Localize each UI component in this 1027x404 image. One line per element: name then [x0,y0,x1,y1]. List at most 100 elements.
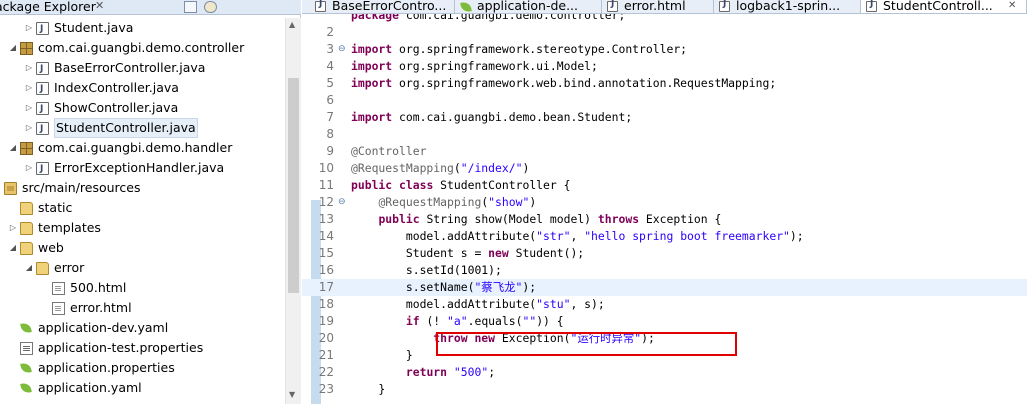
code-line[interactable]: 23 } [302,381,1027,398]
collapse-arrow-icon[interactable]: ◢ [8,138,18,158]
code-line[interactable]: 9 @Controller [302,143,1027,160]
tree-item[interactable]: application.properties [0,358,284,378]
tree-item[interactable]: ◢ com.cai.guangbi.demo.controller [0,38,284,58]
yaml-file-icon [20,322,33,335]
code-line[interactable]: 18 model.addAttribute("stu", s); [302,296,1027,313]
tree-item[interactable]: application-dev.yaml [0,318,284,338]
close-icon[interactable]: ✕ [95,0,104,12]
line-number: 3 [326,42,334,56]
expand-arrow-icon[interactable]: ▷ [24,98,34,118]
code-line[interactable]: 17 s.setName("蔡飞龙"); [302,279,1027,296]
tree-item-label: application-dev.yaml [38,320,169,335]
code-text: public String show(Model model) throws E… [378,212,722,226]
code-text: if (! "a".equals("")) { [405,314,564,328]
tree-item[interactable]: application.yaml [0,378,284,398]
tree-item[interactable]: ◢ src/main/resources [0,178,284,198]
code-line[interactable]: 3 ⊖ import org.springframework.stereotype.… [302,41,1027,58]
link-with-editor-icon[interactable] [204,1,217,13]
code-text: } [351,348,413,362]
code-line[interactable]: 11 public class StudentController { [302,177,1027,194]
code-line[interactable]: 6 [302,92,1027,109]
tree-item-label: ErrorExceptionHandler.java [54,160,225,175]
fold-toggle-icon[interactable]: ⊖ [338,197,346,207]
package-explorer: Package Explorer ✕ ▷ Student.java ◢ com.cai… [0,0,301,404]
expand-arrow-icon[interactable]: ▷ [24,58,34,78]
tree-item[interactable]: ▷ BaseErrorController.java [0,58,284,79]
tree-item[interactable]: application-test.properties [0,338,284,358]
fold-toggle-icon[interactable]: ⊖ [338,44,346,54]
expand-arrow-icon[interactable]: ▷ [24,118,34,138]
editor-tab[interactable]: BaseErrorContro... [310,0,455,13]
tree-item[interactable]: ◢ web [0,238,284,258]
editor-tab[interactable]: error.html [602,0,714,13]
line-number: 10 [318,161,334,175]
line-number: 2 [326,25,334,39]
expand-arrow-icon[interactable]: ▷ [24,78,34,98]
code-line[interactable]: 13 public String show(Model model) throw… [302,211,1027,228]
collapse-all-icon[interactable] [184,1,197,13]
java-file-icon [36,59,49,79]
code-line[interactable]: 16 s.setId(1001); [302,262,1027,279]
tree-item[interactable]: ▷ ShowController.java [0,98,284,119]
tree-item[interactable]: static [0,198,284,218]
tree-item[interactable]: error.html [0,298,284,318]
highlight-box [436,332,737,356]
code-text: import org.springframework.web.bind.anno… [351,76,777,90]
code-text: @RequestMapping("show") [378,195,537,209]
tree-item-label: Student.java [54,20,134,35]
tree-item-label: error [54,260,85,275]
code-text: import com.cai.guangbi.demo.bean.Student… [351,110,633,124]
xml-file-icon [719,0,730,12]
tree-item[interactable]: ▷ templates [0,218,284,238]
collapse-arrow-icon[interactable]: ◢ [0,178,2,198]
code-line[interactable]: 4 import org.springframework.ui.Model; [302,58,1027,75]
line-number: 19 [318,314,334,328]
editor-tab[interactable]: application-de... [455,0,602,13]
code-text: public class StudentController { [351,178,571,192]
code-line[interactable]: 19 if (! "a".equals("")) { [302,313,1027,330]
code-line[interactable]: 15 Student s = new Student(); [302,245,1027,262]
code-line[interactable]: 14 model.addAttribute("str", "hello spri… [302,228,1027,245]
editor-tab[interactable]: logback1-sprin... [714,0,861,13]
scroll-up-icon[interactable]: ▲ [289,20,295,29]
line-number: 18 [318,297,334,311]
code-line[interactable]: 8 [302,126,1027,143]
tree-item[interactable]: ◢ error [0,258,284,278]
code-editor: BaseErrorContro... application-de... error… [302,0,1027,404]
line-number: 13 [318,212,334,226]
code-line[interactable]: 12 ⊖ @RequestMapping("show") [302,194,1027,211]
code-text: s.setName("蔡飞龙"); [351,280,537,294]
code-line[interactable]: 22 return "500"; [302,364,1027,381]
tab-label: StudentControll... [883,0,993,13]
code-line[interactable]: 2 [302,24,1027,41]
code-line[interactable]: 7 import com.cai.guangbi.demo.bean.Studen… [302,109,1027,126]
tree-item[interactable]: ▷ IndexController.java [0,78,284,99]
code-area[interactable]: package com.cai.guangbi.demo.controller;… [302,14,1027,404]
code-text: } [351,382,386,396]
tree-item[interactable]: ▷ Student.java [0,18,284,39]
scroll-thumb[interactable] [288,78,299,293]
package-icon [20,42,33,55]
code-line[interactable]: package com.cai.guangbi.demo.controller; [302,14,1027,24]
editor-tab[interactable]: StudentControll... ✕ [861,0,1027,13]
tree-item[interactable]: ▷ ErrorExceptionHandler.java [0,158,284,179]
code-line[interactable]: 5 import org.springframework.web.bind.ann… [302,75,1027,92]
tree-item[interactable]: ◢ com.cai.guangbi.demo.handler [0,138,284,158]
expand-arrow-icon[interactable]: ▷ [24,158,34,178]
tree-item[interactable]: 500.html [0,278,284,298]
line-number: 11 [318,178,334,192]
collapse-arrow-icon[interactable]: ◢ [8,238,18,258]
expand-arrow-icon[interactable]: ▷ [8,218,18,238]
close-tab-icon[interactable]: ✕ [1008,0,1016,12]
tab-label: error.html [624,0,686,13]
explorer-scrollbar[interactable]: ▲ ▼ [285,18,301,404]
collapse-arrow-icon[interactable]: ◢ [24,258,34,278]
tree-item[interactable]: ▷ StudentController.java [0,118,284,139]
tree-item-label: IndexController.java [54,80,179,95]
collapse-arrow-icon[interactable]: ◢ [8,38,18,58]
tree-item-label: application.yaml [38,380,142,395]
line-number: 14 [318,229,334,243]
expand-arrow-icon[interactable]: ▷ [24,18,34,38]
code-line[interactable]: 10 @RequestMapping("/index/") [302,160,1027,177]
scroll-down-icon[interactable]: ▼ [289,390,295,399]
